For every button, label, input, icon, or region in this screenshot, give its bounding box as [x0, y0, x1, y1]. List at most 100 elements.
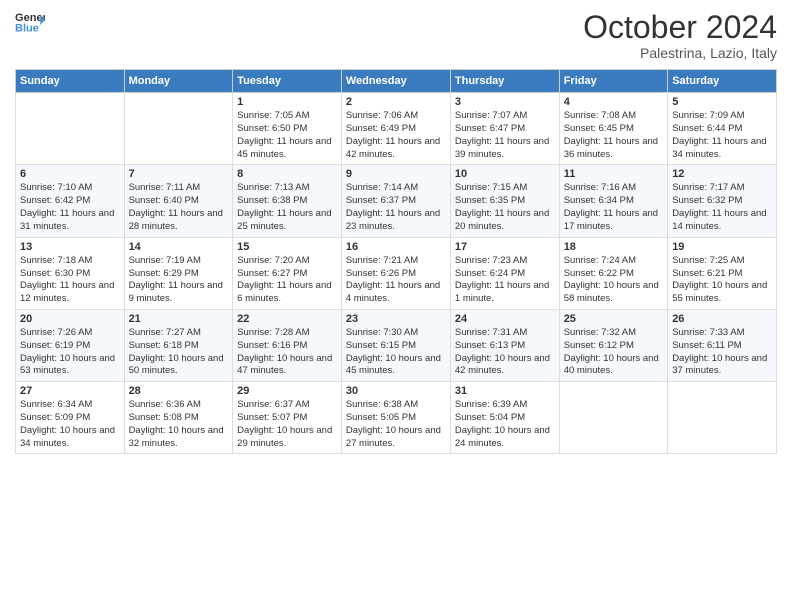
day-number: 26 [672, 313, 772, 325]
day-number: 18 [564, 241, 664, 253]
day-number: 31 [455, 385, 555, 397]
table-row: 13 Sunrise: 7:18 AMSunset: 6:30 PMDayligh… [16, 237, 125, 309]
cell-info: Sunrise: 7:30 AMSunset: 6:15 PMDaylight:… [346, 327, 446, 378]
table-row [124, 93, 233, 165]
table-row: 12Sunrise: 7:17 AMSunset: 6:32 PMDayligh… [668, 165, 777, 237]
day-number: 1 [237, 96, 337, 108]
col-thursday: Thursday [450, 70, 559, 93]
day-number: 10 [455, 168, 555, 180]
day-number: 2 [346, 96, 446, 108]
table-row: 30 Sunrise: 6:38 AMSunset: 5:05 PMDayligh… [341, 382, 450, 454]
cell-info: Sunrise: 7:31 AMSunset: 6:13 PMDaylight:… [455, 327, 555, 378]
table-row: 29Sunrise: 6:37 AMSunset: 5:07 PMDayligh… [233, 382, 342, 454]
day-number: 29 [237, 385, 337, 397]
cell-info: Sunrise: 7:26 AMSunset: 6:19 PMDaylight:… [20, 327, 120, 378]
calendar-header: Sunday Monday Tuesday Wednesday Thursday… [16, 70, 777, 93]
table-row: 17 Sunrise: 7:23 AMSunset: 6:24 PMDayligh… [450, 237, 559, 309]
table-row: 5 Sunrise: 7:09 AMSunset: 6:44 PMDaylight… [668, 93, 777, 165]
table-row [668, 382, 777, 454]
table-row: 20 Sunrise: 7:26 AMSunset: 6:19 PMDayligh… [16, 309, 125, 381]
table-row: 6 Sunrise: 7:10 AMSunset: 6:42 PMDaylight… [16, 165, 125, 237]
cell-info: Sunrise: 7:10 AMSunset: 6:42 PMDaylight:… [20, 182, 120, 233]
table-row: 21Sunrise: 7:27 AMSunset: 6:18 PMDayligh… [124, 309, 233, 381]
table-row: 8 Sunrise: 7:13 AMSunset: 6:38 PMDaylight… [233, 165, 342, 237]
table-row [559, 382, 668, 454]
cell-info: Sunrise: 6:36 AMSunset: 5:08 PMDaylight:… [129, 399, 229, 450]
col-sunday: Sunday [16, 70, 125, 93]
calendar-table: Sunday Monday Tuesday Wednesday Thursday… [15, 69, 777, 454]
logo: General Blue [15, 10, 45, 34]
day-number: 30 [346, 385, 446, 397]
table-row: 22 Sunrise: 7:28 AMSunset: 6:16 PMDayligh… [233, 309, 342, 381]
cell-info: Sunrise: 7:28 AMSunset: 6:16 PMDaylight:… [237, 327, 337, 378]
cell-info: Sunrise: 7:19 AMSunset: 6:29 PMDaylight:… [129, 255, 229, 306]
table-row: 31 Sunrise: 6:39 AMSunset: 5:04 PMDayligh… [450, 382, 559, 454]
day-number: 27 [20, 385, 120, 397]
table-row: 11Sunrise: 7:16 AMSunset: 6:34 PMDayligh… [559, 165, 668, 237]
table-row: 19 Sunrise: 7:25 AMSunset: 6:21 PMDayligh… [668, 237, 777, 309]
table-row: 1 Sunrise: 7:05 AMSunset: 6:50 PMDaylight… [233, 93, 342, 165]
day-number: 7 [129, 168, 229, 180]
cell-info: Sunrise: 7:11 AMSunset: 6:40 PMDaylight:… [129, 182, 229, 233]
cell-info: Sunrise: 6:39 AMSunset: 5:04 PMDaylight:… [455, 399, 555, 450]
cell-info: Sunrise: 6:38 AMSunset: 5:05 PMDaylight:… [346, 399, 446, 450]
cell-info: Sunrise: 7:07 AMSunset: 6:47 PMDaylight:… [455, 110, 555, 161]
cell-info: Sunrise: 7:32 AMSunset: 6:12 PMDaylight:… [564, 327, 664, 378]
table-row: 18Sunrise: 7:24 AMSunset: 6:22 PMDayligh… [559, 237, 668, 309]
cell-info: Sunrise: 6:34 AMSunset: 5:09 PMDaylight:… [20, 399, 120, 450]
cell-info: Sunrise: 7:23 AMSunset: 6:24 PMDaylight:… [455, 255, 555, 306]
day-number: 23 [346, 313, 446, 325]
cell-info: Sunrise: 7:14 AMSunset: 6:37 PMDaylight:… [346, 182, 446, 233]
col-wednesday: Wednesday [341, 70, 450, 93]
cell-info: Sunrise: 7:05 AMSunset: 6:50 PMDaylight:… [237, 110, 337, 161]
table-row: 2 Sunrise: 7:06 AMSunset: 6:49 PMDaylight… [341, 93, 450, 165]
cell-info: Sunrise: 7:20 AMSunset: 6:27 PMDaylight:… [237, 255, 337, 306]
day-number: 20 [20, 313, 120, 325]
table-row: 16Sunrise: 7:21 AMSunset: 6:26 PMDayligh… [341, 237, 450, 309]
cell-info: Sunrise: 7:18 AMSunset: 6:30 PMDaylight:… [20, 255, 120, 306]
cell-info: Sunrise: 7:17 AMSunset: 6:32 PMDaylight:… [672, 182, 772, 233]
table-row: 26 Sunrise: 7:33 AMSunset: 6:11 PMDayligh… [668, 309, 777, 381]
cell-info: Sunrise: 7:33 AMSunset: 6:11 PMDaylight:… [672, 327, 772, 378]
svg-text:Blue: Blue [15, 22, 39, 34]
table-row: 15 Sunrise: 7:20 AMSunset: 6:27 PMDayligh… [233, 237, 342, 309]
cell-info: Sunrise: 7:09 AMSunset: 6:44 PMDaylight:… [672, 110, 772, 161]
day-number: 17 [455, 241, 555, 253]
day-number: 11 [564, 168, 664, 180]
cell-info: Sunrise: 7:25 AMSunset: 6:21 PMDaylight:… [672, 255, 772, 306]
table-row: 9Sunrise: 7:14 AMSunset: 6:37 PMDaylight… [341, 165, 450, 237]
table-row: 14 Sunrise: 7:19 AMSunset: 6:29 PMDayligh… [124, 237, 233, 309]
table-row: 27 Sunrise: 6:34 AMSunset: 5:09 PMDayligh… [16, 382, 125, 454]
day-number: 28 [129, 385, 229, 397]
table-row: 23 Sunrise: 7:30 AMSunset: 6:15 PMDayligh… [341, 309, 450, 381]
table-row: 25 Sunrise: 7:32 AMSunset: 6:12 PMDayligh… [559, 309, 668, 381]
month-title: October 2024 [583, 10, 777, 45]
day-number: 6 [20, 168, 120, 180]
cell-info: Sunrise: 7:15 AMSunset: 6:35 PMDaylight:… [455, 182, 555, 233]
col-friday: Friday [559, 70, 668, 93]
cell-info: Sunrise: 7:08 AMSunset: 6:45 PMDaylight:… [564, 110, 664, 161]
location: Palestrina, Lazio, Italy [583, 45, 777, 61]
day-number: 16 [346, 241, 446, 253]
cell-info: Sunrise: 7:06 AMSunset: 6:49 PMDaylight:… [346, 110, 446, 161]
cell-info: Sunrise: 7:13 AMSunset: 6:38 PMDaylight:… [237, 182, 337, 233]
day-number: 15 [237, 241, 337, 253]
table-row: 10 Sunrise: 7:15 AMSunset: 6:35 PMDayligh… [450, 165, 559, 237]
table-row: 4Sunrise: 7:08 AMSunset: 6:45 PMDaylight… [559, 93, 668, 165]
day-number: 8 [237, 168, 337, 180]
day-number: 5 [672, 96, 772, 108]
col-monday: Monday [124, 70, 233, 93]
table-row: 7 Sunrise: 7:11 AMSunset: 6:40 PMDaylight… [124, 165, 233, 237]
table-row [16, 93, 125, 165]
table-row: 3Sunrise: 7:07 AMSunset: 6:47 PMDaylight… [450, 93, 559, 165]
day-number: 21 [129, 313, 229, 325]
day-number: 19 [672, 241, 772, 253]
page: General Blue October 2024 Palestrina, La… [0, 0, 792, 612]
day-number: 22 [237, 313, 337, 325]
calendar-body: 1 Sunrise: 7:05 AMSunset: 6:50 PMDaylight… [16, 93, 777, 454]
day-number: 13 [20, 241, 120, 253]
header: General Blue October 2024 Palestrina, La… [15, 10, 777, 61]
table-row: 28 Sunrise: 6:36 AMSunset: 5:08 PMDayligh… [124, 382, 233, 454]
day-number: 25 [564, 313, 664, 325]
day-number: 14 [129, 241, 229, 253]
